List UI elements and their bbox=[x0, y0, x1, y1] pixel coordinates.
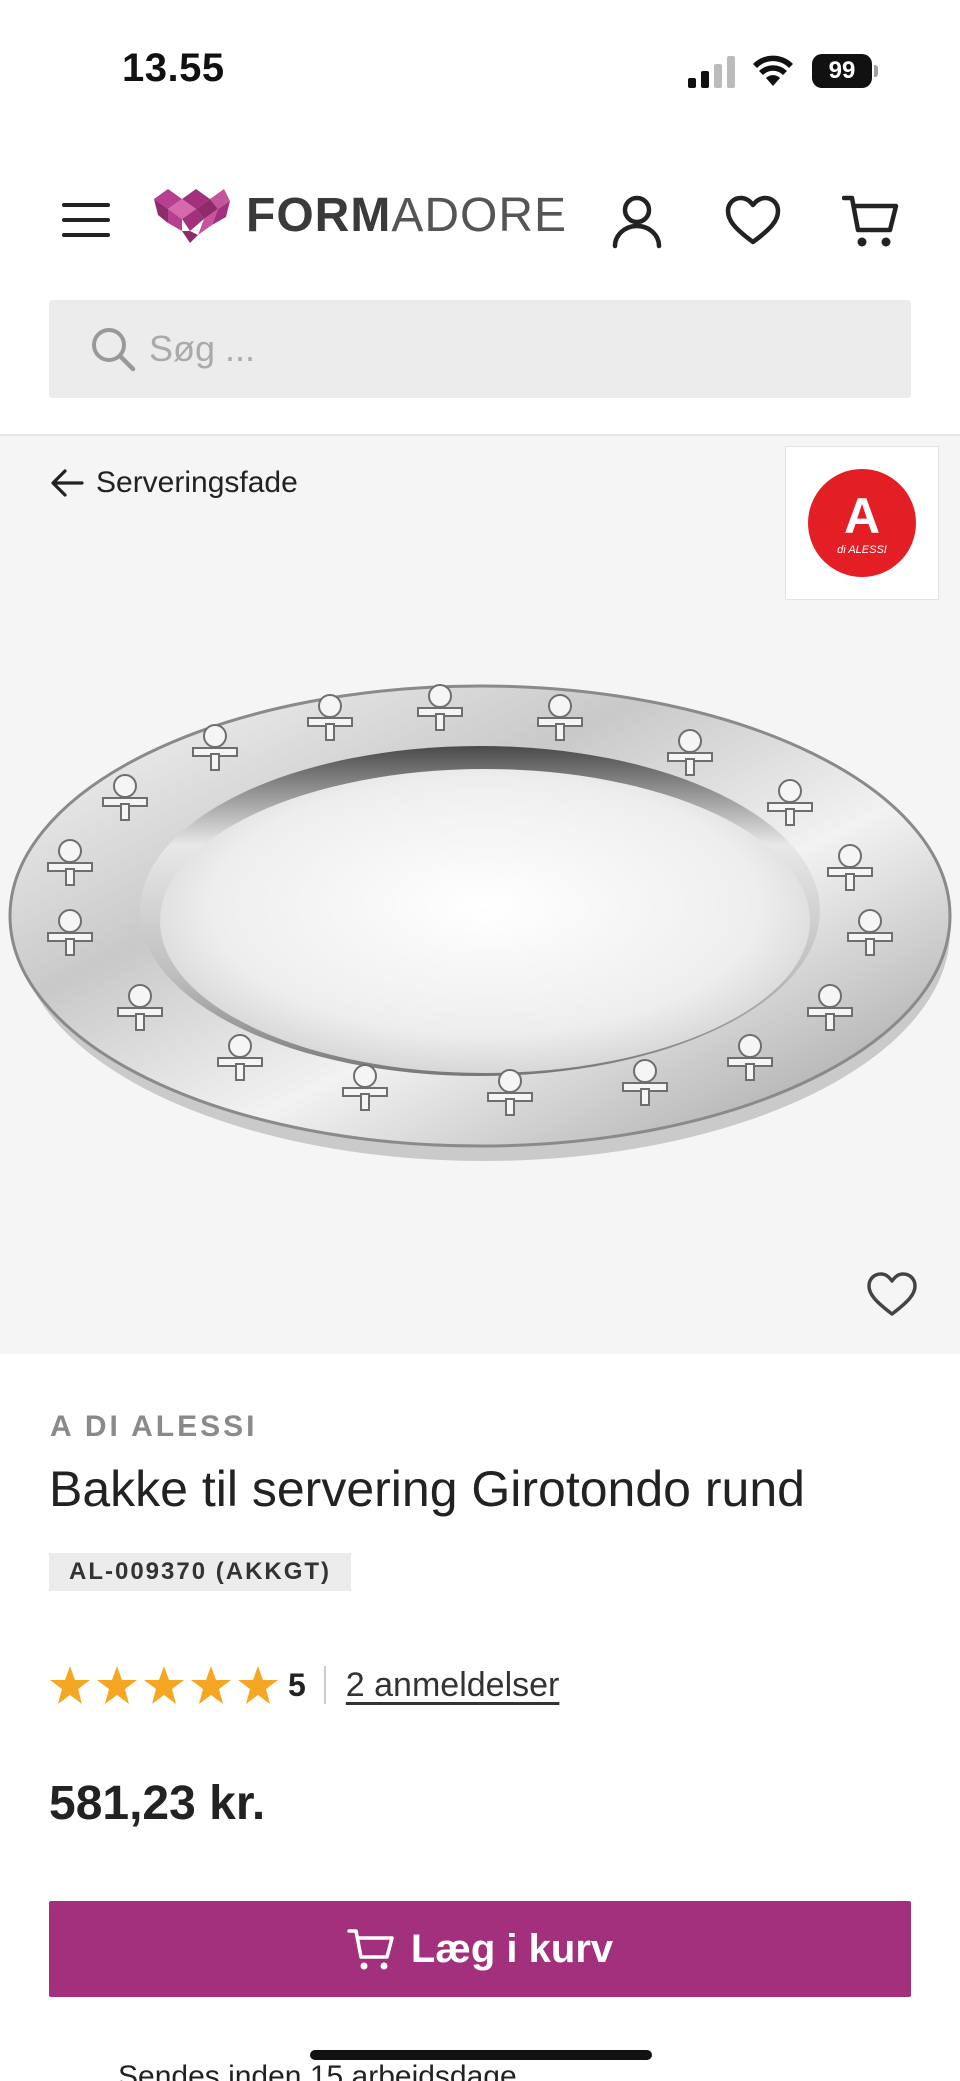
star-icon bbox=[144, 1666, 184, 1704]
product-title: Bakke til servering Girotondo rund bbox=[49, 1461, 805, 1517]
search-icon bbox=[92, 328, 136, 372]
cart-icon bbox=[347, 1929, 394, 1970]
status-time: 13.55 bbox=[122, 46, 225, 90]
logo-text-light: ADORE bbox=[391, 188, 568, 242]
cart-icon[interactable] bbox=[842, 192, 900, 250]
menu-icon[interactable] bbox=[60, 200, 112, 240]
shipping-note: Sendes inden 15 arbejdsdage bbox=[118, 2060, 517, 2081]
star-icon bbox=[50, 1666, 90, 1704]
brand-badge-letter: A bbox=[844, 488, 880, 544]
rating-row: 5 2 anmeldelser bbox=[49, 1660, 559, 1710]
battery-icon: 99 bbox=[812, 54, 878, 88]
product-image[interactable] bbox=[0, 586, 960, 1186]
home-indicator bbox=[310, 2050, 652, 2060]
star-icon bbox=[191, 1666, 231, 1704]
breadcrumb-label: Serveringsfade bbox=[96, 466, 298, 499]
search-input[interactable] bbox=[149, 328, 849, 370]
search-bar[interactable] bbox=[49, 300, 911, 398]
sku-badge: AL-009370 (AKKGT) bbox=[49, 1553, 352, 1591]
breadcrumb[interactable]: Serveringsfade bbox=[50, 466, 298, 500]
add-to-cart-label: Læg i kurv bbox=[410, 1926, 614, 1971]
product-image-area: Serveringsfade A di ALESSI bbox=[0, 436, 960, 1354]
arrow-left-icon bbox=[51, 469, 84, 497]
image-heart-icon[interactable] bbox=[866, 1270, 918, 1318]
logo-heart-icon bbox=[154, 189, 230, 243]
brand-logo-badge[interactable]: A di ALESSI bbox=[785, 446, 939, 600]
product-brand[interactable]: A DI ALESSI bbox=[50, 1410, 257, 1444]
battery-level: 99 bbox=[812, 54, 872, 88]
wifi-icon bbox=[753, 55, 793, 86]
alessi-logo-icon: A di ALESSI bbox=[808, 469, 916, 577]
logo-text-bold: FORM bbox=[246, 188, 392, 242]
status-bar: 13.55 99 bbox=[0, 0, 960, 140]
brand-badge-subtext: di ALESSI bbox=[837, 544, 887, 556]
product-price: 581,23 kr. bbox=[49, 1777, 266, 1830]
star-icon bbox=[97, 1666, 137, 1704]
account-icon[interactable] bbox=[608, 192, 666, 250]
logo-text: FORMADORE bbox=[246, 188, 567, 243]
site-logo[interactable]: FORMADORE bbox=[152, 180, 567, 250]
reviews-link[interactable]: 2 anmeldelser bbox=[346, 1666, 560, 1705]
rating-divider bbox=[323, 1666, 326, 1704]
heart-icon[interactable] bbox=[724, 192, 782, 250]
signal-icon bbox=[688, 56, 735, 88]
rating-value: 5 bbox=[288, 1666, 306, 1703]
star-icon bbox=[238, 1666, 278, 1704]
site-header: FORMADORE bbox=[0, 160, 960, 280]
add-to-cart-button[interactable]: Læg i kurv bbox=[49, 1901, 911, 1997]
